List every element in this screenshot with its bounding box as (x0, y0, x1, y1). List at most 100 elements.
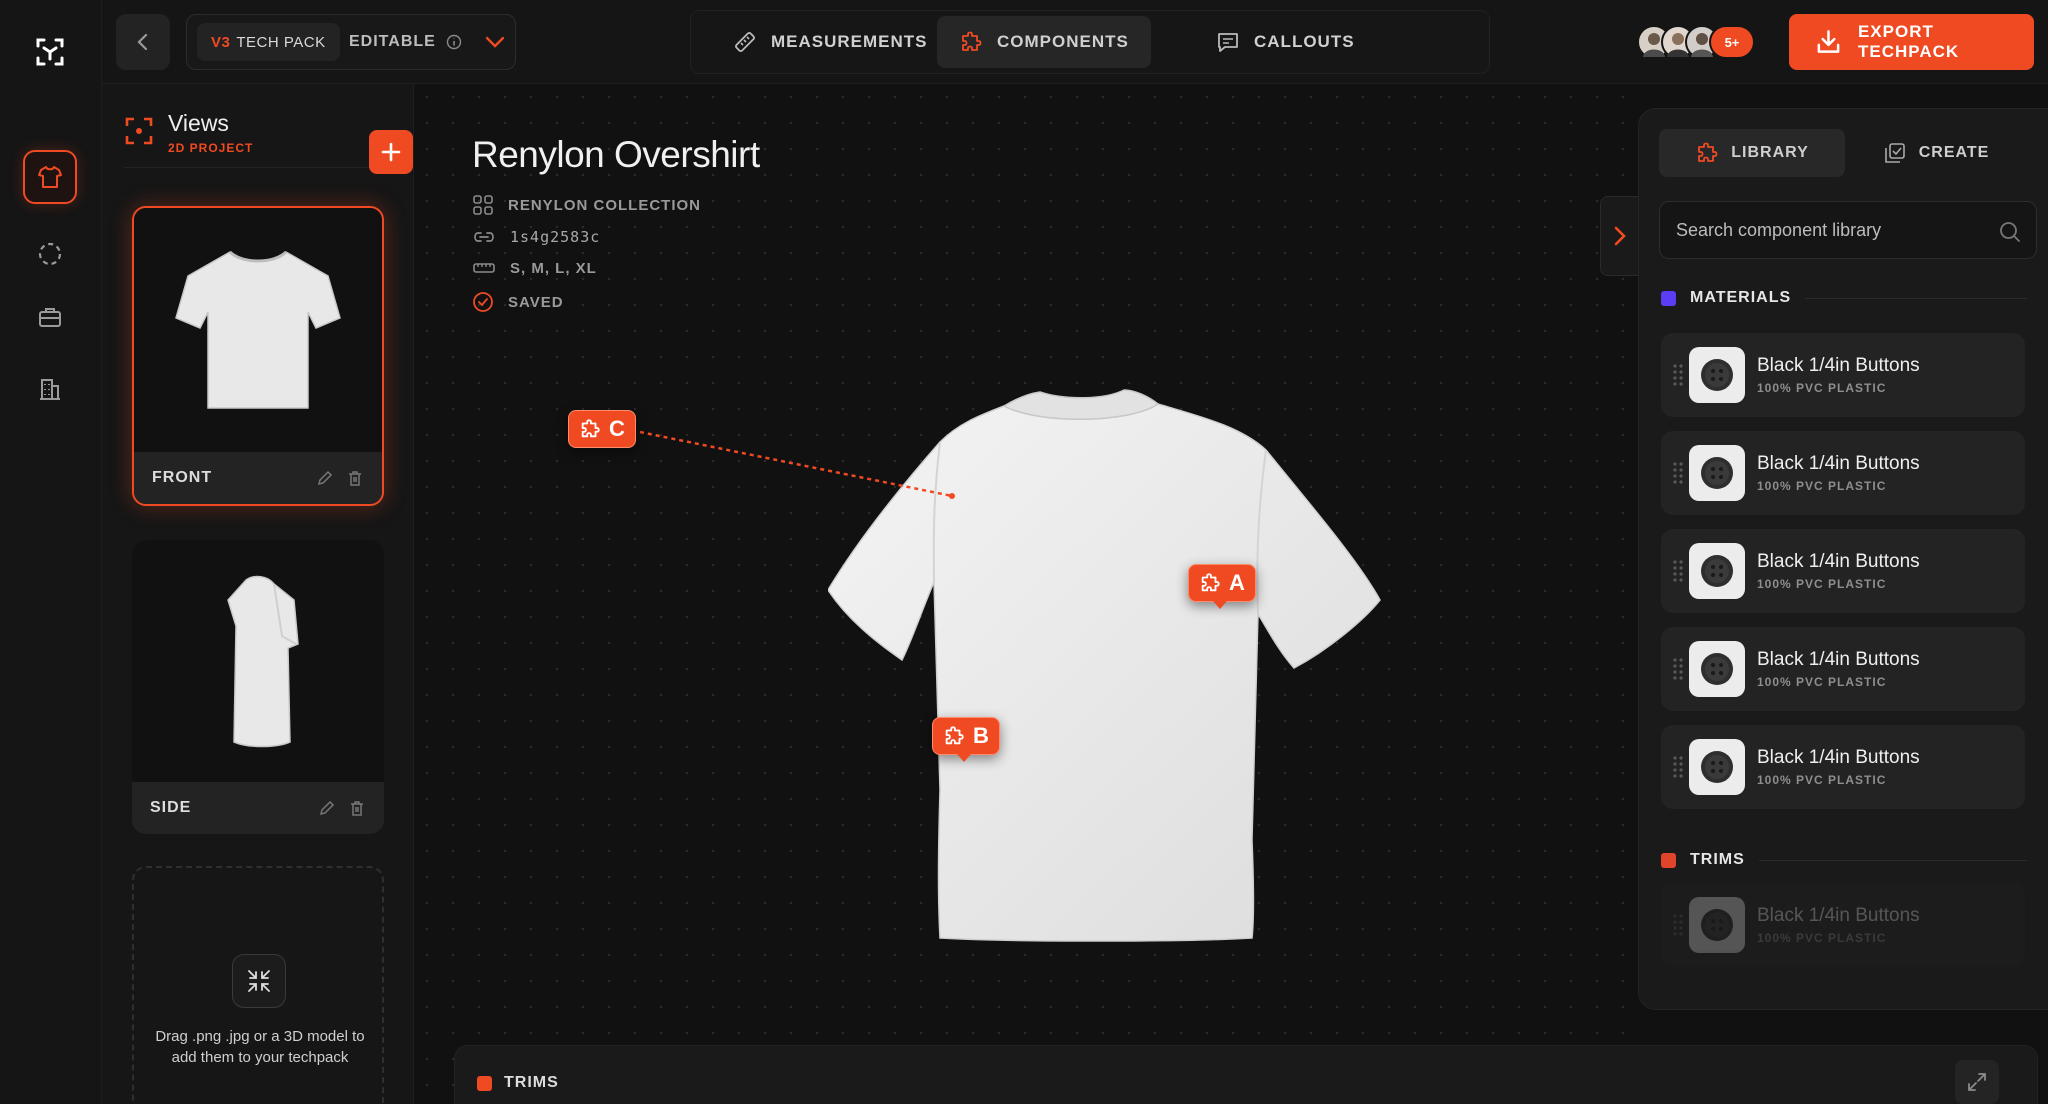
component-item[interactable]: Black 1/4in Buttons 100% PVC PLASTIC (1661, 725, 2025, 809)
collapse-panel-button[interactable] (1600, 196, 1638, 276)
search-icon[interactable] (1998, 220, 2022, 244)
collection-label: RENYLON COLLECTION (508, 196, 701, 214)
puzzle-icon (945, 726, 964, 745)
chevron-down-icon (485, 36, 505, 48)
drag-handle-icon[interactable] (1673, 363, 1683, 387)
component-name: Black 1/4in Buttons (1757, 649, 1920, 670)
component-detail: 100% PVC PLASTIC (1757, 381, 1887, 395)
tab-create[interactable]: CREATE (1843, 129, 2029, 177)
view-card-side[interactable]: SIDE (132, 540, 384, 834)
back-button[interactable] (116, 14, 170, 70)
drag-handle-icon[interactable] (1673, 657, 1683, 681)
grid-icon (473, 195, 493, 215)
dropzone-text: Drag .png .jpg or a 3D model to add them… (155, 1028, 365, 1066)
button-thumbnail-icon (1689, 641, 1745, 697)
edit-icon[interactable] (316, 469, 334, 487)
version-selector[interactable]: V3 TECH PACK EDITABLE (186, 14, 516, 70)
export-label: EXPORT TECHPACK (1857, 22, 1960, 61)
pin-label: A (1229, 570, 1245, 595)
component-name: Black 1/4in Buttons (1757, 453, 1920, 474)
trims-drawer-header: TRIMS (477, 1074, 559, 1092)
component-pin-b[interactable]: B (932, 717, 1000, 762)
puzzle-icon (1201, 573, 1220, 592)
link-icon (474, 232, 494, 242)
collaborators[interactable]: 5+ (1637, 24, 1755, 60)
materials-color-swatch (1661, 290, 1676, 306)
component-pin-a[interactable]: A (1188, 564, 1256, 609)
button-thumbnail-icon (1689, 347, 1745, 403)
button-thumbnail-icon (1689, 445, 1745, 501)
tab-measurements-label: MEASUREMENTS (771, 32, 928, 51)
measure-tape-icon (473, 263, 495, 273)
trash-icon[interactable] (346, 469, 364, 487)
component-pin-c[interactable]: C (568, 410, 636, 448)
component-item[interactable]: Black 1/4in Buttons 100% PVC PLASTIC (1661, 333, 2025, 417)
component-library-panel: LIBRARY CREATE MATERIALS Black 1/4in But… (1638, 108, 2048, 1010)
left-rail (0, 0, 102, 1104)
component-name: Black 1/4in Buttons (1757, 355, 1920, 376)
section-materials: MATERIALS (1661, 289, 2027, 307)
component-detail: 100% PVC PLASTIC (1757, 675, 1887, 689)
design-canvas[interactable]: Renylon Overshirt RENYLON COLLECTION 1s4… (414, 84, 1638, 1104)
trims-drawer[interactable]: TRIMS (454, 1045, 2038, 1104)
add-view-button[interactable] (369, 130, 413, 174)
view-card-footer: SIDE (132, 782, 384, 834)
nav-building-icon[interactable] (23, 362, 77, 416)
side-view-thumbnail (132, 540, 384, 782)
expand-button[interactable] (1955, 1060, 1999, 1104)
edit-icon[interactable] (318, 799, 336, 817)
project-id: 1s4g2583c (472, 226, 600, 248)
views-header: Views 2D PROJECT (124, 106, 413, 174)
nav-garment-icon[interactable] (23, 150, 77, 204)
library-tabs: LIBRARY CREATE (1659, 129, 2029, 177)
section-trims: TRIMS (1661, 851, 2027, 869)
drag-handle-icon[interactable] (1673, 755, 1683, 779)
component-name: Black 1/4in Buttons (1757, 905, 1920, 926)
check-circle-icon (473, 292, 493, 312)
views-title: Views (168, 110, 229, 136)
button-thumbnail-icon (1689, 543, 1745, 599)
view-card-front[interactable]: FRONT (132, 206, 384, 506)
tab-components[interactable]: COMPONENTS (937, 16, 1151, 68)
nav-loading-icon[interactable] (23, 227, 77, 281)
upload-dropzone[interactable]: Drag .png .jpg or a 3D model to add them… (132, 866, 384, 1104)
version-chip: V3 TECH PACK (197, 23, 340, 61)
views-subtitle: 2D PROJECT (168, 141, 254, 155)
divider (1758, 859, 2027, 861)
tab-library-label: LIBRARY (1731, 144, 1809, 161)
chevron-right-icon (1614, 226, 1626, 246)
edit-mode-label: EDITABLE (349, 33, 436, 50)
component-item[interactable]: Black 1/4in Buttons 100% PVC PLASTIC (1661, 529, 2025, 613)
view-card-footer: FRONT (134, 452, 382, 504)
app-logo-icon[interactable] (30, 32, 70, 72)
tab-callouts[interactable]: CALLOUTS (1194, 16, 1377, 68)
create-square-icon (1884, 143, 1905, 163)
pin-label: C (609, 416, 625, 441)
scroll-fade (1639, 949, 2048, 1009)
project-title: Renylon Overshirt (472, 134, 760, 175)
edit-mode[interactable]: EDITABLE (349, 15, 506, 69)
tab-callouts-label: CALLOUTS (1254, 32, 1355, 51)
component-name: Black 1/4in Buttons (1757, 747, 1920, 768)
drag-handle-icon[interactable] (1673, 461, 1683, 485)
export-techpack-button[interactable]: EXPORT TECHPACK (1789, 14, 2034, 70)
tab-measurements[interactable]: MEASUREMENTS (711, 16, 950, 68)
expand-icon (1968, 1073, 1986, 1091)
component-item[interactable]: Black 1/4in Buttons 100% PVC PLASTIC (1661, 627, 2025, 711)
component-item[interactable]: Black 1/4in Buttons 100% PVC PLASTIC (1661, 431, 2025, 515)
collapse-arrows-icon (232, 954, 286, 1008)
project-collection: RENYLON COLLECTION (472, 194, 701, 216)
tab-library[interactable]: LIBRARY (1659, 129, 1845, 177)
drag-handle-icon[interactable] (1673, 559, 1683, 583)
drag-handle-icon[interactable] (1673, 913, 1683, 937)
trims-drawer-label: TRIMS (504, 1074, 559, 1091)
trims-color-swatch (1661, 852, 1676, 868)
download-icon (1817, 30, 1840, 53)
divider (1805, 297, 2027, 299)
more-collaborators-badge[interactable]: 5+ (1709, 25, 1755, 59)
garment-front-image (828, 389, 1381, 942)
library-search-input[interactable] (1676, 202, 1976, 258)
trims-color-swatch (477, 1075, 492, 1091)
trash-icon[interactable] (348, 799, 366, 817)
nav-briefcase-icon[interactable] (23, 290, 77, 344)
